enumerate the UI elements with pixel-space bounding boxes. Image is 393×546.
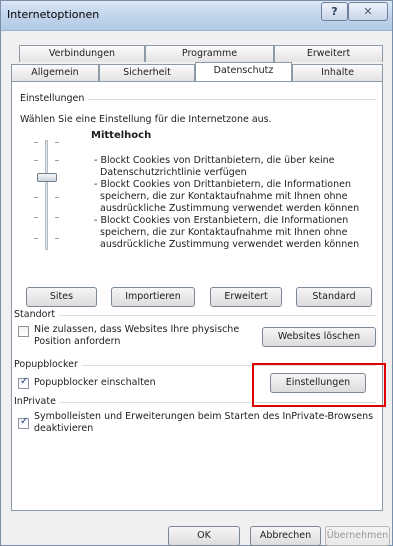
inprivate-label-line1: Symbolleisten und Erweiterungen beim Sta… (34, 411, 374, 422)
privacy-panel: Einstellungen Wählen Sie eine Einstellun… (11, 81, 383, 511)
cancel-button[interactable]: Abbrechen (250, 526, 321, 546)
popup-blocker-label: Popupblocker einschalten (34, 377, 156, 388)
slider-tick (34, 217, 38, 218)
privacy-level-slider[interactable] (45, 140, 48, 250)
level-desc-line: Datenschutzrichtlinie verfügen (100, 167, 247, 178)
slider-thumb[interactable] (37, 173, 57, 182)
slider-tick (55, 238, 59, 239)
tab-row-front: Allgemein Sicherheit Datenschutz Inhalte (11, 62, 383, 81)
location-group-label: Standort (14, 309, 60, 320)
tab-verbindungen[interactable]: Verbindungen (19, 45, 145, 62)
advanced-button[interactable]: Erweitert (210, 287, 282, 307)
level-desc-line: ausdrückliche Zustimmung verwendet werde… (100, 203, 360, 214)
inprivate-toolbars-checkbox[interactable]: ✓ (18, 416, 29, 429)
zone-instruction: Wählen Sie eine Einstellung für die Inte… (20, 114, 272, 125)
ok-button[interactable]: OK (168, 526, 240, 546)
level-desc-line: - Blockt Cookies von Drittanbietern, die… (94, 155, 335, 166)
close-button[interactable]: ✕ (348, 2, 388, 21)
slider-tick (55, 142, 59, 143)
level-desc-line: speichern, die zur Kontaktaufnahme mit I… (100, 227, 348, 238)
level-desc-line: ausdrückliche Zustimmung verwendet werde… (100, 239, 360, 250)
title-bar: Internetoptionen ? ✕ (1, 1, 392, 31)
internet-options-dialog: Internetoptionen ? ✕ Verbindungen Progra… (0, 0, 393, 546)
highlight-box (252, 363, 386, 407)
popup-blocker-checkbox[interactable]: ✓ (18, 376, 29, 389)
inprivate-group-label: InPrivate (14, 396, 60, 407)
deny-location-label-line1: Nie zulassen, dass Websites Ihre physisc… (34, 324, 240, 335)
popup-group-label: Popupblocker (14, 359, 82, 370)
checkmark-icon: ✓ (20, 416, 29, 427)
slider-tick (34, 160, 38, 161)
slider-tick (34, 197, 38, 198)
slider-tick (55, 197, 59, 198)
level-desc-line: - Blockt Cookies von Drittanbietern, die… (94, 179, 352, 190)
deny-location-label-line2: Position anfordern (34, 336, 121, 347)
checkmark-icon: ✓ (20, 376, 29, 387)
help-button[interactable]: ? (321, 2, 348, 21)
tab-erweitert[interactable]: Erweitert (274, 45, 383, 62)
privacy-level-title: Mittelhoch (91, 130, 152, 141)
slider-tick (55, 217, 59, 218)
apply-button[interactable]: Übernehmen (325, 526, 390, 546)
default-button[interactable]: Standard (296, 287, 372, 307)
sites-button[interactable]: Sites (26, 287, 97, 307)
tab-row-back: Verbindungen Programme Erweitert (11, 45, 383, 62)
slider-tick (34, 142, 38, 143)
import-button[interactable]: Importieren (111, 287, 195, 307)
tab-inhalte[interactable]: Inhalte (292, 64, 383, 81)
tab-programme[interactable]: Programme (145, 45, 274, 62)
tab-datenschutz[interactable]: Datenschutz (195, 62, 292, 81)
location-divider (20, 315, 376, 316)
deny-location-checkbox[interactable] (18, 326, 29, 337)
level-desc-line: - Blockt Cookies von Erstanbietern, die … (94, 215, 349, 226)
settings-group-label: Einstellungen (20, 93, 89, 104)
delete-websites-button[interactable]: Websites löschen (262, 327, 376, 347)
slider-tick (34, 238, 38, 239)
inprivate-label-line2: deaktivieren (34, 423, 94, 434)
tab-allgemein[interactable]: Allgemein (11, 64, 99, 81)
window-title: Internetoptionen (7, 8, 100, 21)
slider-tick (55, 160, 59, 161)
tab-sicherheit[interactable]: Sicherheit (99, 64, 195, 81)
level-desc-line: speichern, die zur Kontaktaufnahme mit I… (100, 191, 348, 202)
